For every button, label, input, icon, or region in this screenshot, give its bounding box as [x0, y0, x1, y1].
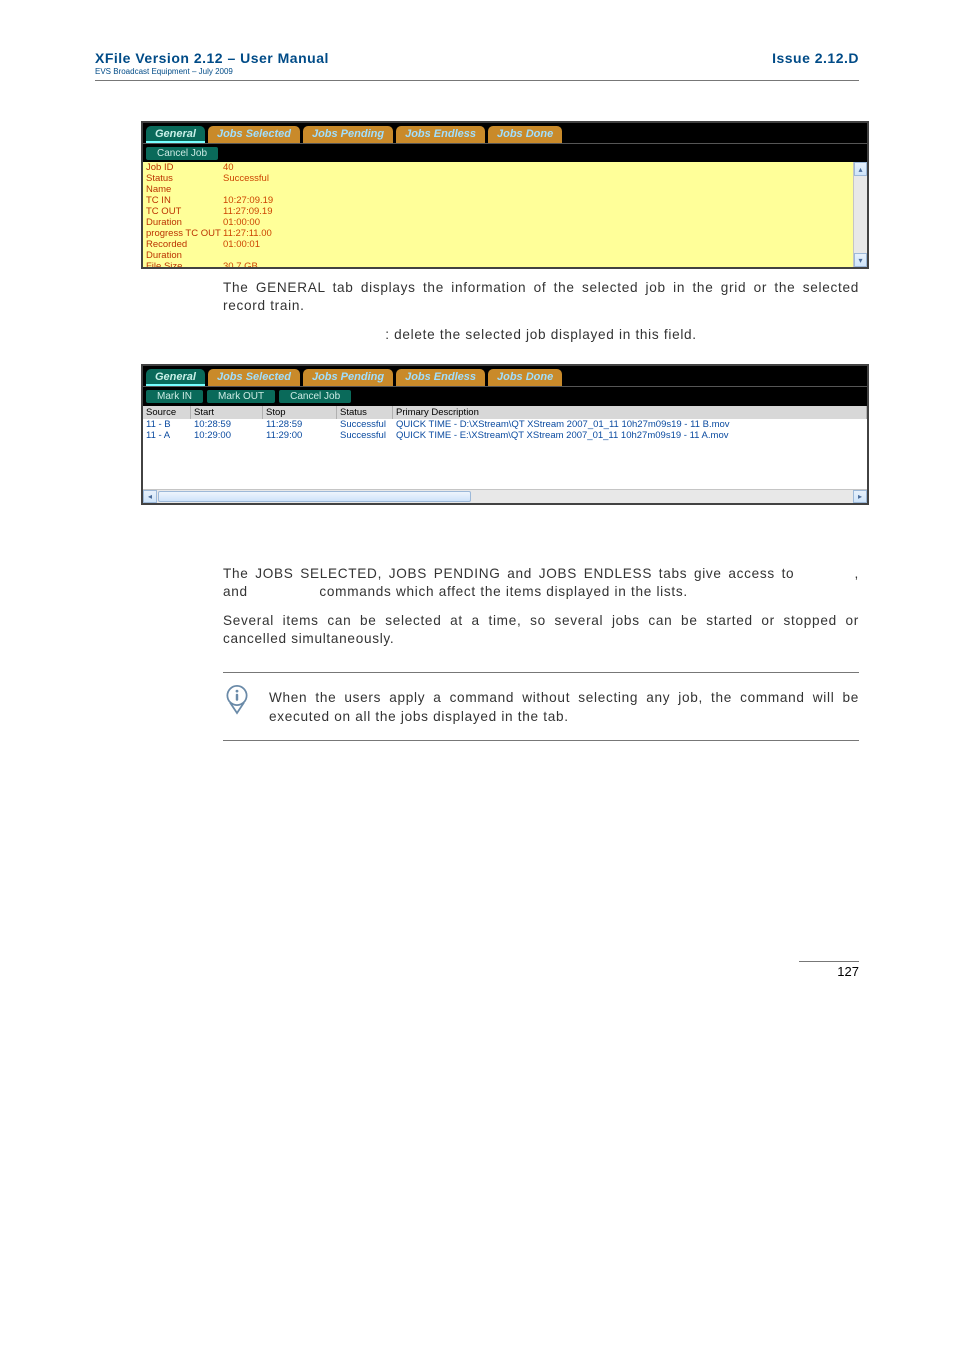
value-recorded-duration: 01:00:01: [223, 239, 260, 261]
scroll-up-icon[interactable]: ▴: [854, 162, 867, 176]
tab-jobs-pending[interactable]: Jobs Pending: [303, 369, 393, 386]
scroll-thumb[interactable]: [158, 491, 471, 502]
col-status[interactable]: Status: [337, 406, 393, 419]
col-source[interactable]: Source: [143, 406, 191, 419]
table-row[interactable]: 11 - A 10:29:00 11:29:00 Successful QUIC…: [143, 430, 867, 441]
label-tc-in: TC IN: [143, 195, 223, 206]
page-number: 127: [799, 961, 859, 979]
tab-jobs-done[interactable]: Jobs Done: [488, 126, 562, 143]
label-job-id: Job ID: [143, 162, 223, 173]
label-recorded-duration: Recorded Duration: [143, 239, 223, 261]
cancel-job-button[interactable]: Cancel Job: [146, 147, 218, 160]
label-progress-tc-out: progress TC OUT: [143, 228, 223, 239]
value-tc-in: 10:27:09.19: [223, 195, 273, 206]
header-issue: Issue 2.12.D: [772, 50, 859, 66]
tabs-row-2: General Jobs Selected Jobs Pending Jobs …: [143, 366, 867, 386]
tab-jobs-endless[interactable]: Jobs Endless: [396, 126, 485, 143]
label-file-size: File Size: [143, 261, 223, 267]
label-duration: Duration: [143, 217, 223, 228]
value-progress-tc-out: 11:27:11.00: [223, 228, 272, 239]
paragraph-tabs: The JOBS SELECTED, JOBS PENDING and JOBS…: [223, 565, 859, 602]
scroll-left-icon[interactable]: ◂: [143, 490, 157, 503]
tab-general[interactable]: General: [146, 126, 205, 143]
mark-in-button[interactable]: Mark IN: [146, 390, 203, 403]
header-title: XFile Version 2.12 – User Manual: [95, 50, 329, 66]
paragraph-general: The GENERAL tab displays the information…: [223, 279, 859, 316]
col-start[interactable]: Start: [191, 406, 263, 419]
tab-general[interactable]: General: [146, 369, 205, 386]
tab-jobs-pending[interactable]: Jobs Pending: [303, 126, 393, 143]
tab-jobs-endless[interactable]: Jobs Endless: [396, 369, 485, 386]
scroll-down-icon[interactable]: ▾: [854, 253, 867, 267]
col-stop[interactable]: Stop: [263, 406, 337, 419]
tab-jobs-selected[interactable]: Jobs Selected: [208, 369, 300, 386]
table-header: Source Start Stop Status Primary Descrip…: [143, 405, 867, 419]
scroll-right-icon[interactable]: ▸: [853, 490, 867, 503]
header-sub: EVS Broadcast Equipment – July 2009: [95, 67, 329, 76]
label-name: Name: [143, 184, 223, 195]
note-block: When the users apply a command without s…: [223, 672, 859, 741]
tabs-row: General Jobs Selected Jobs Pending Jobs …: [143, 123, 867, 143]
tab-jobs-done[interactable]: Jobs Done: [488, 369, 562, 386]
paragraph-cancel-note: : delete the selected job displayed in t…: [223, 326, 859, 344]
horizontal-scrollbar[interactable]: ◂ ▸: [143, 489, 867, 503]
note-icon: [223, 683, 251, 715]
vertical-scrollbar[interactable]: ▴ ▾: [853, 162, 867, 267]
table-body: 11 - B 10:28:59 11:28:59 Successful QUIC…: [143, 419, 867, 489]
tab-jobs-selected[interactable]: Jobs Selected: [208, 126, 300, 143]
paragraph-multiselect: Several items can be selected at a time,…: [223, 612, 859, 649]
value-duration: 01:00:00: [223, 217, 260, 228]
screenshot-general-tab: General Jobs Selected Jobs Pending Jobs …: [141, 121, 869, 269]
mark-out-button[interactable]: Mark OUT: [207, 390, 275, 403]
col-primary-desc[interactable]: Primary Description: [393, 406, 867, 419]
value-status: Successful: [223, 173, 269, 184]
label-status: Status: [143, 173, 223, 184]
page-header: XFile Version 2.12 – User Manual EVS Bro…: [95, 50, 859, 81]
note-text: When the users apply a command without s…: [269, 689, 859, 726]
value-job-id: 40: [223, 162, 234, 173]
value-file-size: 30.7 GB: [223, 261, 258, 267]
cancel-job-button[interactable]: Cancel Job: [279, 390, 351, 403]
screenshot-jobs-selected-tab: General Jobs Selected Jobs Pending Jobs …: [141, 364, 869, 505]
value-tc-out: 11:27:09.19: [223, 206, 272, 217]
table-row[interactable]: 11 - B 10:28:59 11:28:59 Successful QUIC…: [143, 419, 867, 430]
label-tc-out: TC OUT: [143, 206, 223, 217]
job-details-panel: Job ID40 StatusSuccessful Name TC IN10:2…: [143, 162, 867, 267]
